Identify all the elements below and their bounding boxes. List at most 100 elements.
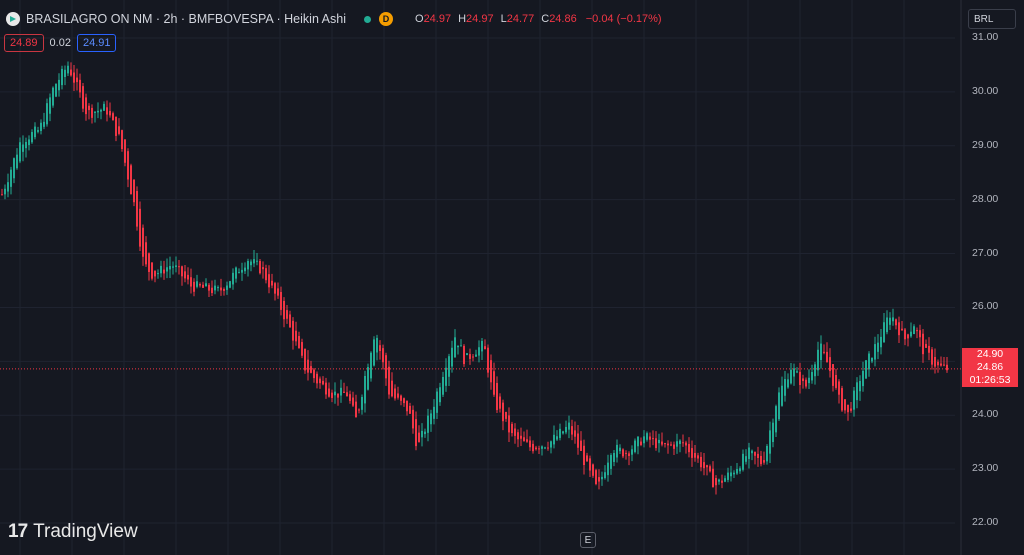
candle-body <box>313 369 315 379</box>
candle-body <box>550 441 552 448</box>
candle-body <box>661 441 663 445</box>
low-value: 24.77 <box>506 13 535 25</box>
candle-body <box>97 110 99 113</box>
candle-body <box>748 447 750 459</box>
candle-body <box>517 432 519 440</box>
candle-body <box>43 121 45 127</box>
candle-body <box>823 351 825 353</box>
price-chart[interactable] <box>0 0 1024 555</box>
candle-body <box>94 111 96 113</box>
candle-body <box>763 460 765 463</box>
delayed-data-badge[interactable]: D <box>379 12 393 26</box>
candle-body <box>238 272 240 274</box>
candle-body <box>58 79 60 91</box>
candle-body <box>880 336 882 348</box>
candle-body <box>259 260 261 274</box>
candle-body <box>727 472 729 480</box>
candle-body <box>928 345 930 353</box>
currency-selector[interactable]: BRL <box>968 9 1016 29</box>
candle-body <box>586 455 588 462</box>
candle-body <box>430 413 432 425</box>
candle-body <box>364 375 366 404</box>
bid-price-button[interactable]: 24.89 <box>4 34 44 52</box>
spread-value: 0.02 <box>49 37 71 49</box>
candle-body <box>55 84 57 97</box>
candle-body <box>610 455 612 469</box>
candle-body <box>142 227 144 257</box>
candle-body <box>358 409 360 411</box>
candle-body <box>481 340 483 352</box>
candle-body <box>160 265 162 274</box>
ohlc-values: O24.97 H24.97 L24.77 C24.86 −0.04 (−0.17… <box>415 13 662 25</box>
candle-body <box>295 330 297 342</box>
candle-body <box>172 266 174 268</box>
ask-price-button[interactable]: 24.91 <box>76 34 117 52</box>
candle-body <box>601 476 603 480</box>
candle-body <box>439 387 441 403</box>
candle-body <box>178 266 180 268</box>
price-tick-label: 31.00 <box>972 31 999 43</box>
candle-body <box>613 453 615 462</box>
market-open-icon <box>364 15 371 23</box>
candle-body <box>736 469 738 474</box>
candle-body <box>139 208 141 247</box>
candle-body <box>283 300 285 320</box>
candle-body <box>916 330 918 332</box>
bid-ask-panel: 24.89 0.02 24.91 <box>4 34 117 52</box>
price-tick-label: 27.00 <box>972 246 999 259</box>
symbol-logo-icon[interactable] <box>6 12 20 26</box>
candle-body <box>145 242 147 265</box>
candle-body <box>583 445 585 466</box>
candle-body <box>298 336 300 349</box>
candle-body <box>442 376 444 395</box>
candle-body <box>796 371 798 373</box>
candle-body <box>817 349 819 371</box>
candle-body <box>562 431 564 434</box>
events-button[interactable]: E <box>580 532 596 548</box>
candle-body <box>694 452 696 458</box>
candle-body <box>826 351 828 363</box>
candle-body <box>673 444 675 449</box>
candle-body <box>535 447 537 450</box>
chart-legend: BRASILAGRO ON NM · 2h · BMFBOVESPA · Hei… <box>6 9 662 29</box>
price-tick-label: 24.00 <box>972 408 999 421</box>
candle-body <box>472 356 474 358</box>
candle-body <box>544 447 546 449</box>
price-tick-label: 28.00 <box>972 192 999 205</box>
candle-body <box>217 287 219 289</box>
candle-body <box>604 472 606 479</box>
candle-body <box>691 448 693 458</box>
candle-body <box>379 345 381 352</box>
candle-body <box>946 364 948 371</box>
candle-body <box>190 277 192 287</box>
candle-body <box>532 443 534 452</box>
candle-body <box>838 381 840 395</box>
candle-body <box>469 354 471 359</box>
candle-body <box>367 367 369 390</box>
candle-body <box>460 345 462 347</box>
candle-body <box>739 468 741 472</box>
symbol-title[interactable]: BRASILAGRO ON NM · 2h · BMFBOVESPA · Hei… <box>26 12 346 26</box>
candle-body <box>127 151 129 180</box>
candle-body <box>697 455 699 459</box>
candle-body <box>667 443 669 446</box>
candle-body <box>490 360 492 383</box>
candle-body <box>268 274 270 288</box>
candle-body <box>592 464 594 476</box>
candle-body <box>502 402 504 422</box>
candle-body <box>835 374 837 388</box>
candle-body <box>250 261 252 266</box>
tradingview-logo[interactable]: 17 TradingView <box>8 521 138 543</box>
candle-body <box>427 415 429 433</box>
candle-body <box>685 442 687 446</box>
candle-body <box>337 393 339 398</box>
candle-body <box>769 430 771 454</box>
candle-body <box>271 280 273 286</box>
candle-body <box>919 330 921 338</box>
candle-body <box>766 445 768 462</box>
candle-body <box>307 359 309 373</box>
candle-body <box>652 438 654 440</box>
candle-body <box>424 431 426 435</box>
candle-body <box>844 399 846 411</box>
candle-body <box>79 79 81 93</box>
